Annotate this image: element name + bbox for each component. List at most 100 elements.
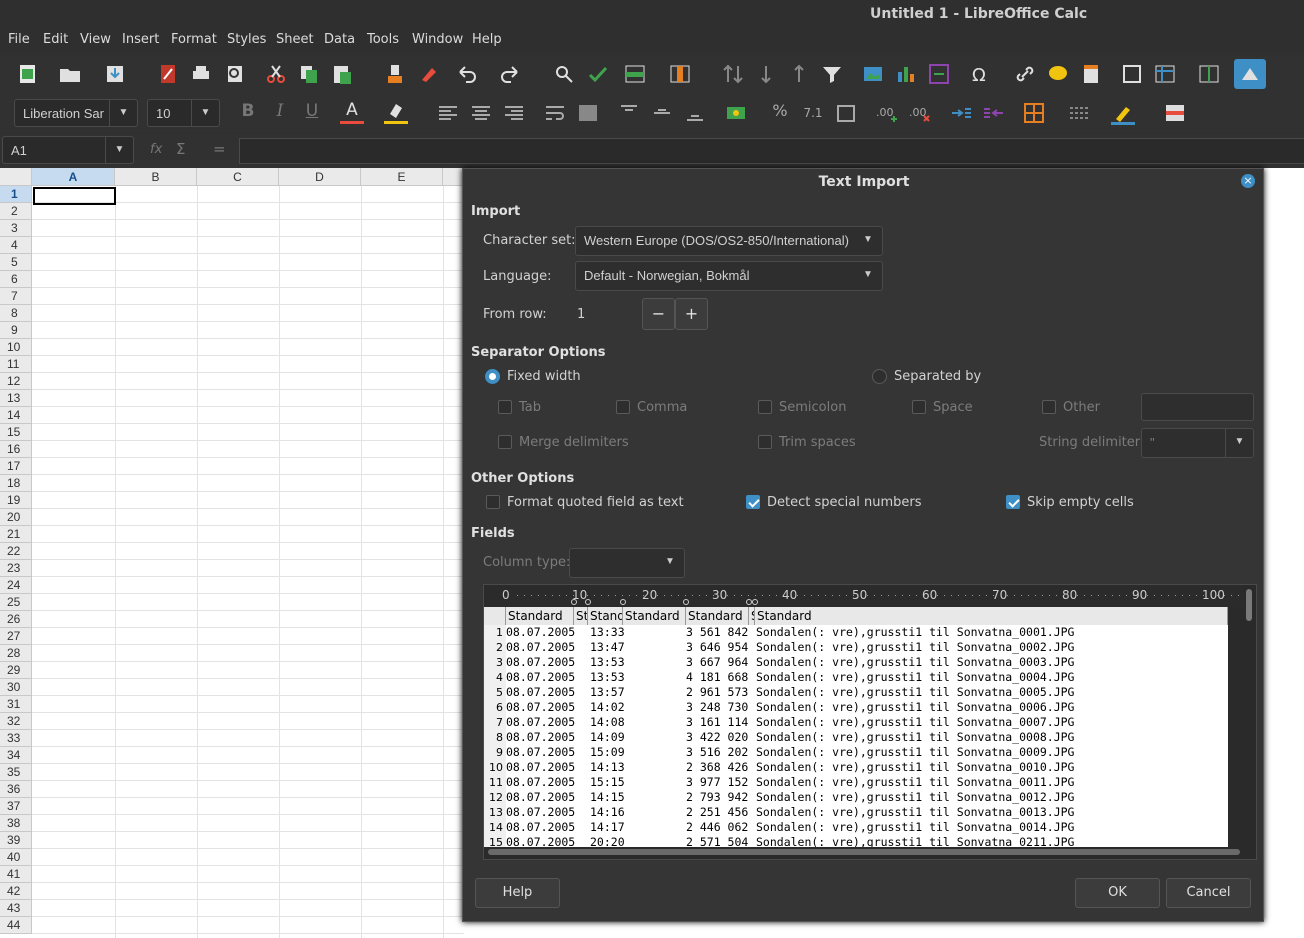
name-box[interactable]: A1 ▼	[2, 136, 134, 164]
row-header[interactable]: 26	[0, 611, 32, 628]
menu-view[interactable]: View	[80, 32, 111, 47]
row-header[interactable]: 36	[0, 781, 32, 798]
menu-format[interactable]: Format	[171, 32, 217, 47]
detect-special-numbers-checkbox[interactable]	[746, 495, 760, 509]
row-header[interactable]: 25	[0, 594, 32, 611]
row-header[interactable]: 14	[0, 407, 32, 424]
row-header[interactable]: 6	[0, 271, 32, 288]
row-header[interactable]: 43	[0, 900, 32, 917]
borders-icon[interactable]	[1022, 101, 1046, 125]
row-header[interactable]: 11	[0, 356, 32, 373]
charset-select[interactable]: Western Europe (DOS/OS2-850/Internationa…	[575, 226, 883, 256]
formula-input[interactable]	[239, 138, 1304, 164]
sort-icon[interactable]	[721, 62, 745, 86]
from-row-increment-button[interactable]: +	[675, 298, 708, 330]
column-split-marker[interactable]	[752, 599, 758, 605]
preview-table[interactable]: StandardStStandStandardStandardSStandard…	[484, 607, 1228, 847]
define-print-area-icon[interactable]	[1120, 62, 1144, 86]
special-character-icon[interactable]: Ω	[968, 62, 992, 86]
menu-window[interactable]: Window	[412, 32, 463, 47]
row-icon[interactable]	[623, 62, 647, 86]
row-header[interactable]: 10	[0, 339, 32, 356]
row-header[interactable]: 37	[0, 798, 32, 815]
export-pdf-icon[interactable]	[156, 62, 180, 86]
row-header[interactable]: 15	[0, 424, 32, 441]
row-header[interactable]: 34	[0, 747, 32, 764]
comma-checkbox[interactable]	[616, 400, 630, 414]
menu-insert[interactable]: Insert	[122, 32, 159, 47]
close-icon[interactable]: ×	[1241, 174, 1255, 188]
currency-format-icon[interactable]	[724, 101, 748, 125]
formula-equals-icon[interactable]: =	[213, 140, 226, 158]
column-header-a[interactable]: A	[32, 168, 115, 186]
preview-column-header[interactable]: Standard	[686, 607, 749, 625]
underline-icon[interactable]: U	[300, 101, 324, 125]
save-icon[interactable]	[103, 62, 127, 86]
string-delimiter-select[interactable]: " ▼	[1141, 428, 1254, 458]
row-header[interactable]: 39	[0, 832, 32, 849]
row-header[interactable]: 29	[0, 662, 32, 679]
number-format-icon[interactable]: 7.1	[801, 101, 825, 125]
column-header-b[interactable]: B	[115, 168, 197, 186]
horizontal-scrollbar[interactable]	[488, 849, 1240, 855]
column-split-marker[interactable]	[683, 599, 689, 605]
row-header[interactable]: 21	[0, 526, 32, 543]
border-style-icon[interactable]	[1067, 101, 1091, 125]
row-header[interactable]: 44	[0, 917, 32, 934]
border-color-icon[interactable]	[1111, 101, 1135, 125]
format-quoted-checkbox[interactable]	[486, 495, 500, 509]
spelling-icon[interactable]	[586, 62, 610, 86]
center-vertically-icon[interactable]	[650, 101, 674, 125]
decrease-indent-icon[interactable]	[982, 101, 1006, 125]
semicolon-checkbox[interactable]	[758, 400, 772, 414]
freeze-rows-icon[interactable]	[1153, 62, 1177, 86]
row-header[interactable]: 42	[0, 883, 32, 900]
column-icon[interactable]	[668, 62, 692, 86]
space-checkbox[interactable]	[912, 400, 926, 414]
show-draw-functions-icon[interactable]	[1234, 59, 1266, 89]
ok-button[interactable]: OK	[1075, 878, 1160, 908]
sort-ascending-icon[interactable]	[754, 62, 778, 86]
conditional-format-icon[interactable]	[1163, 101, 1187, 125]
row-header[interactable]: 22	[0, 543, 32, 560]
row-header[interactable]: 16	[0, 441, 32, 458]
undo-icon[interactable]	[455, 62, 479, 86]
row-header[interactable]: 38	[0, 815, 32, 832]
help-button[interactable]: Help	[475, 878, 560, 908]
find-replace-icon[interactable]	[552, 62, 576, 86]
align-right-icon[interactable]	[502, 101, 526, 125]
preview-column-header[interactable]: Standard	[506, 607, 574, 625]
clear-formatting-icon[interactable]	[416, 62, 440, 86]
merge-center-icon[interactable]	[576, 101, 600, 125]
bold-icon[interactable]: B	[236, 101, 260, 125]
pivot-table-icon[interactable]	[927, 62, 951, 86]
column-split-marker[interactable]	[620, 599, 626, 605]
insert-image-icon[interactable]	[861, 62, 885, 86]
row-header[interactable]: 30	[0, 679, 32, 696]
new-document-icon[interactable]	[16, 62, 40, 86]
column-split-marker[interactable]	[585, 599, 591, 605]
redo-icon[interactable]	[498, 62, 522, 86]
row-header[interactable]: 18	[0, 475, 32, 492]
cancel-button[interactable]: Cancel	[1166, 878, 1251, 908]
column-header-e[interactable]: E	[361, 168, 443, 186]
menu-styles[interactable]: Styles	[227, 32, 266, 47]
row-header[interactable]: 17	[0, 458, 32, 475]
header-footer-icon[interactable]	[1079, 62, 1103, 86]
vertical-scrollbar[interactable]	[1246, 589, 1252, 621]
menu-file[interactable]: File	[8, 32, 30, 47]
font-name-combo[interactable]: Liberation Sar ▼	[14, 99, 138, 127]
fields-preview[interactable]: 0 10 20 30 40 50 60 70 80 90 100 Standard St Stand St…	[483, 584, 1257, 860]
row-header[interactable]: 5	[0, 254, 32, 271]
merge-delimiters-checkbox[interactable]	[498, 435, 512, 449]
insert-chart-icon[interactable]	[894, 62, 918, 86]
menu-sheet[interactable]: Sheet	[276, 32, 314, 47]
menu-edit[interactable]: Edit	[43, 32, 68, 47]
increase-indent-icon[interactable]	[949, 101, 973, 125]
row-header[interactable]: 33	[0, 730, 32, 747]
open-folder-icon[interactable]	[58, 62, 82, 86]
tab-checkbox[interactable]	[498, 400, 512, 414]
add-decimal-icon[interactable]: .00	[875, 101, 899, 125]
row-header[interactable]: 35	[0, 764, 32, 781]
font-color-icon[interactable]: A	[340, 100, 364, 124]
